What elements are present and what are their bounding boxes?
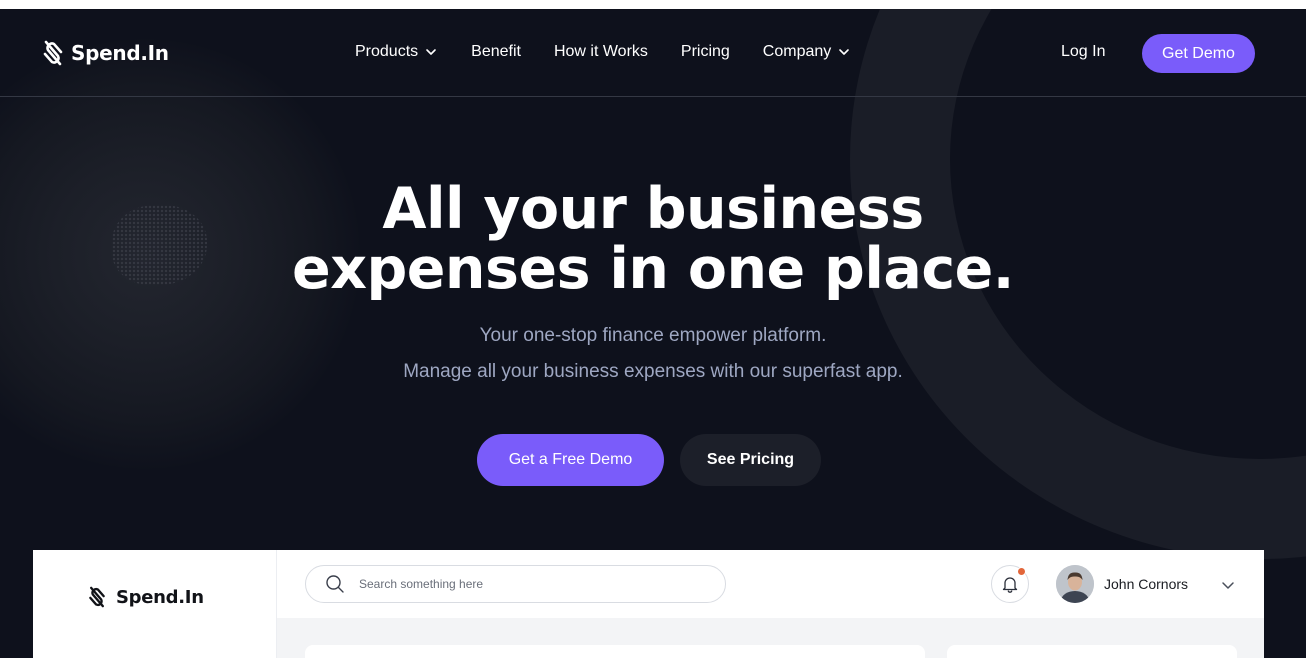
hero-title-line-2: expenses in one place. <box>292 236 1014 302</box>
notifications-button[interactable] <box>991 565 1029 603</box>
nav-item-pricing[interactable]: Pricing <box>681 43 730 61</box>
nav-item-products[interactable]: Products <box>355 43 438 61</box>
logo-icon <box>89 586 105 608</box>
brand-name: Spend.In <box>71 41 169 65</box>
nav-item-label: Benefit <box>471 43 521 60</box>
dashboard-card <box>947 645 1237 658</box>
free-demo-button[interactable]: Get a Free Demo <box>477 434 664 486</box>
chevron-down-icon <box>426 49 436 55</box>
see-pricing-button[interactable]: See Pricing <box>680 434 821 486</box>
top-navigation: Spend.In Products Benefit How it Works P… <box>0 9 1306 97</box>
main-menu: Products Benefit How it Works Pricing Co… <box>355 43 851 61</box>
notification-dot <box>1017 567 1026 576</box>
nav-item-benefit[interactable]: Benefit <box>471 43 521 61</box>
user-name[interactable]: John Cornors <box>1104 576 1188 592</box>
nav-item-label: Company <box>762 43 832 60</box>
dashboard-brand-name: Spend.In <box>116 586 204 608</box>
dashboard-preview: Spend.In Search something here John Corn… <box>33 550 1264 658</box>
login-link[interactable]: Log In <box>1061 43 1105 61</box>
hero-subtitle-line-1: Your one-stop finance empower platform. <box>479 325 827 346</box>
logo-icon <box>43 40 63 66</box>
search-input[interactable] <box>359 577 679 591</box>
search-icon <box>326 575 344 593</box>
dashboard-header: John Cornors <box>277 550 1264 618</box>
hero-title: All your business expenses in one place. <box>0 179 1306 299</box>
chevron-down-icon[interactable] <box>1220 577 1236 593</box>
hero-title-line-1: All your business <box>382 176 924 242</box>
dashboard-main: John Cornors <box>277 550 1264 658</box>
avatar-image <box>1056 565 1094 603</box>
nav-item-label: Products <box>355 43 419 60</box>
bell-icon <box>1002 577 1018 593</box>
nav-item-how-it-works[interactable]: How it Works <box>554 43 648 61</box>
search-bar[interactable] <box>305 565 726 603</box>
nav-item-company[interactable]: Company <box>763 43 851 61</box>
avatar[interactable] <box>1056 565 1094 603</box>
landing-page: Spend.In Products Benefit How it Works P… <box>0 9 1306 658</box>
nav-item-label: Pricing <box>680 43 730 60</box>
chevron-down-icon <box>839 49 850 55</box>
dashboard-brand-logo[interactable]: Spend.In <box>87 585 204 609</box>
browser-top-strip <box>0 0 1306 9</box>
get-demo-button[interactable]: Get Demo <box>1142 34 1255 73</box>
dashboard-card <box>305 645 925 658</box>
dashboard-sidebar: Spend.In <box>33 550 277 658</box>
brand-logo[interactable]: Spend.In <box>41 39 169 67</box>
hero-subtitle-line-2: Manage all your business expenses with o… <box>403 361 903 382</box>
nav-item-label: How it Works <box>553 43 648 60</box>
